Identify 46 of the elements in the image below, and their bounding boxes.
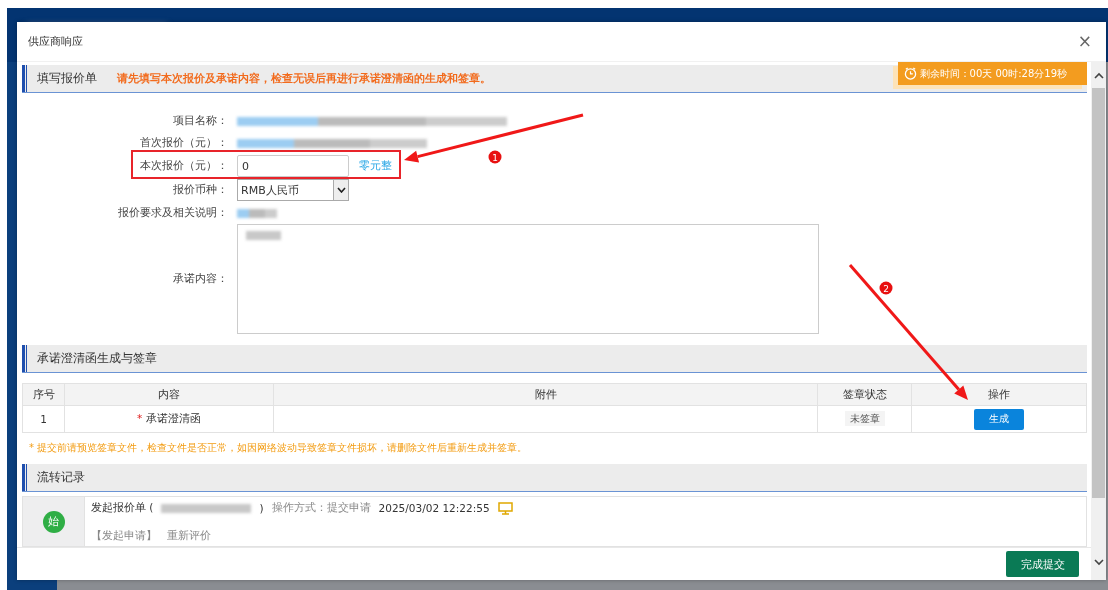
scrollbar-thumb[interactable] <box>1092 88 1105 498</box>
close-button[interactable]: × <box>1077 33 1092 50</box>
warning-note: * 提交前请预览签章文件，检查文件是否正常，如因网络波动导致签章文件损坏，请删除文件后重新生成并签章。 <box>29 441 529 455</box>
column-header: 内容 <box>64 383 274 406</box>
step-marker: 1 <box>488 150 502 164</box>
log-time: 2025/03/02 12:22:55 <box>378 502 490 514</box>
log-step: 【发起申请】 <box>91 529 157 543</box>
column-header: 操作 <box>911 383 1087 406</box>
log-comment: 重新评价 <box>167 529 211 543</box>
field-label: 本次报价（元）： <box>139 159 229 173</box>
chevron-down-icon[interactable] <box>1093 559 1104 566</box>
column-header: 附件 <box>273 383 818 406</box>
section-title: 承诺澄清函生成与签章 <box>37 350 157 367</box>
section-title: 填写报价单 <box>37 70 97 87</box>
table-cell: * 承诺澄清函 <box>136 412 202 424</box>
currency-select[interactable]: RMB人民币 <box>237 179 349 201</box>
blurred-value <box>237 208 277 218</box>
generate-button[interactable]: 生成 <box>974 408 1024 430</box>
blurred-value <box>246 231 281 240</box>
step-marker: 2 <box>879 281 893 295</box>
column-header: 签章状态 <box>817 383 912 406</box>
section-title: 流转记录 <box>37 469 85 486</box>
monitor-icon <box>497 501 513 515</box>
chevron-up-icon[interactable] <box>1093 72 1104 79</box>
notice-text: 请先填写本次报价及承诺内容，检查无误后再进行承诺澄清函的生成和签章。 <box>117 71 491 86</box>
text-area[interactable] <box>237 224 819 334</box>
field-label: 报价要求及相关说明： <box>117 206 229 220</box>
field-label: 报价币种： <box>172 183 229 197</box>
start-badge: 始 <box>42 510 65 533</box>
operation-method: 操作方式：提交申请 <box>271 501 371 515</box>
status-tag: 未签章 <box>844 411 885 426</box>
alarm-clock-icon <box>903 67 917 80</box>
log-action: ) <box>259 502 264 514</box>
field-label: 承诺内容： <box>172 272 229 286</box>
amount-in-words: 零元整 <box>359 159 392 173</box>
field-label: 首次报价（元）： <box>139 136 229 150</box>
timer-text: 剩余时间：00天 00时:28分19秒 <box>919 66 1067 81</box>
dialog-title: 供应商响应 <box>28 34 83 49</box>
log-action: 发起报价单 ( <box>91 501 154 515</box>
scrollbar[interactable] <box>1091 62 1106 580</box>
column-header: 序号 <box>22 383 65 406</box>
caret-icon <box>336 187 346 193</box>
submit-button[interactable]: 完成提交 <box>1006 551 1079 577</box>
input-field[interactable]: 0 <box>237 155 349 177</box>
table-cell: 1 <box>22 405 65 433</box>
field-label: 项目名称： <box>172 114 229 128</box>
